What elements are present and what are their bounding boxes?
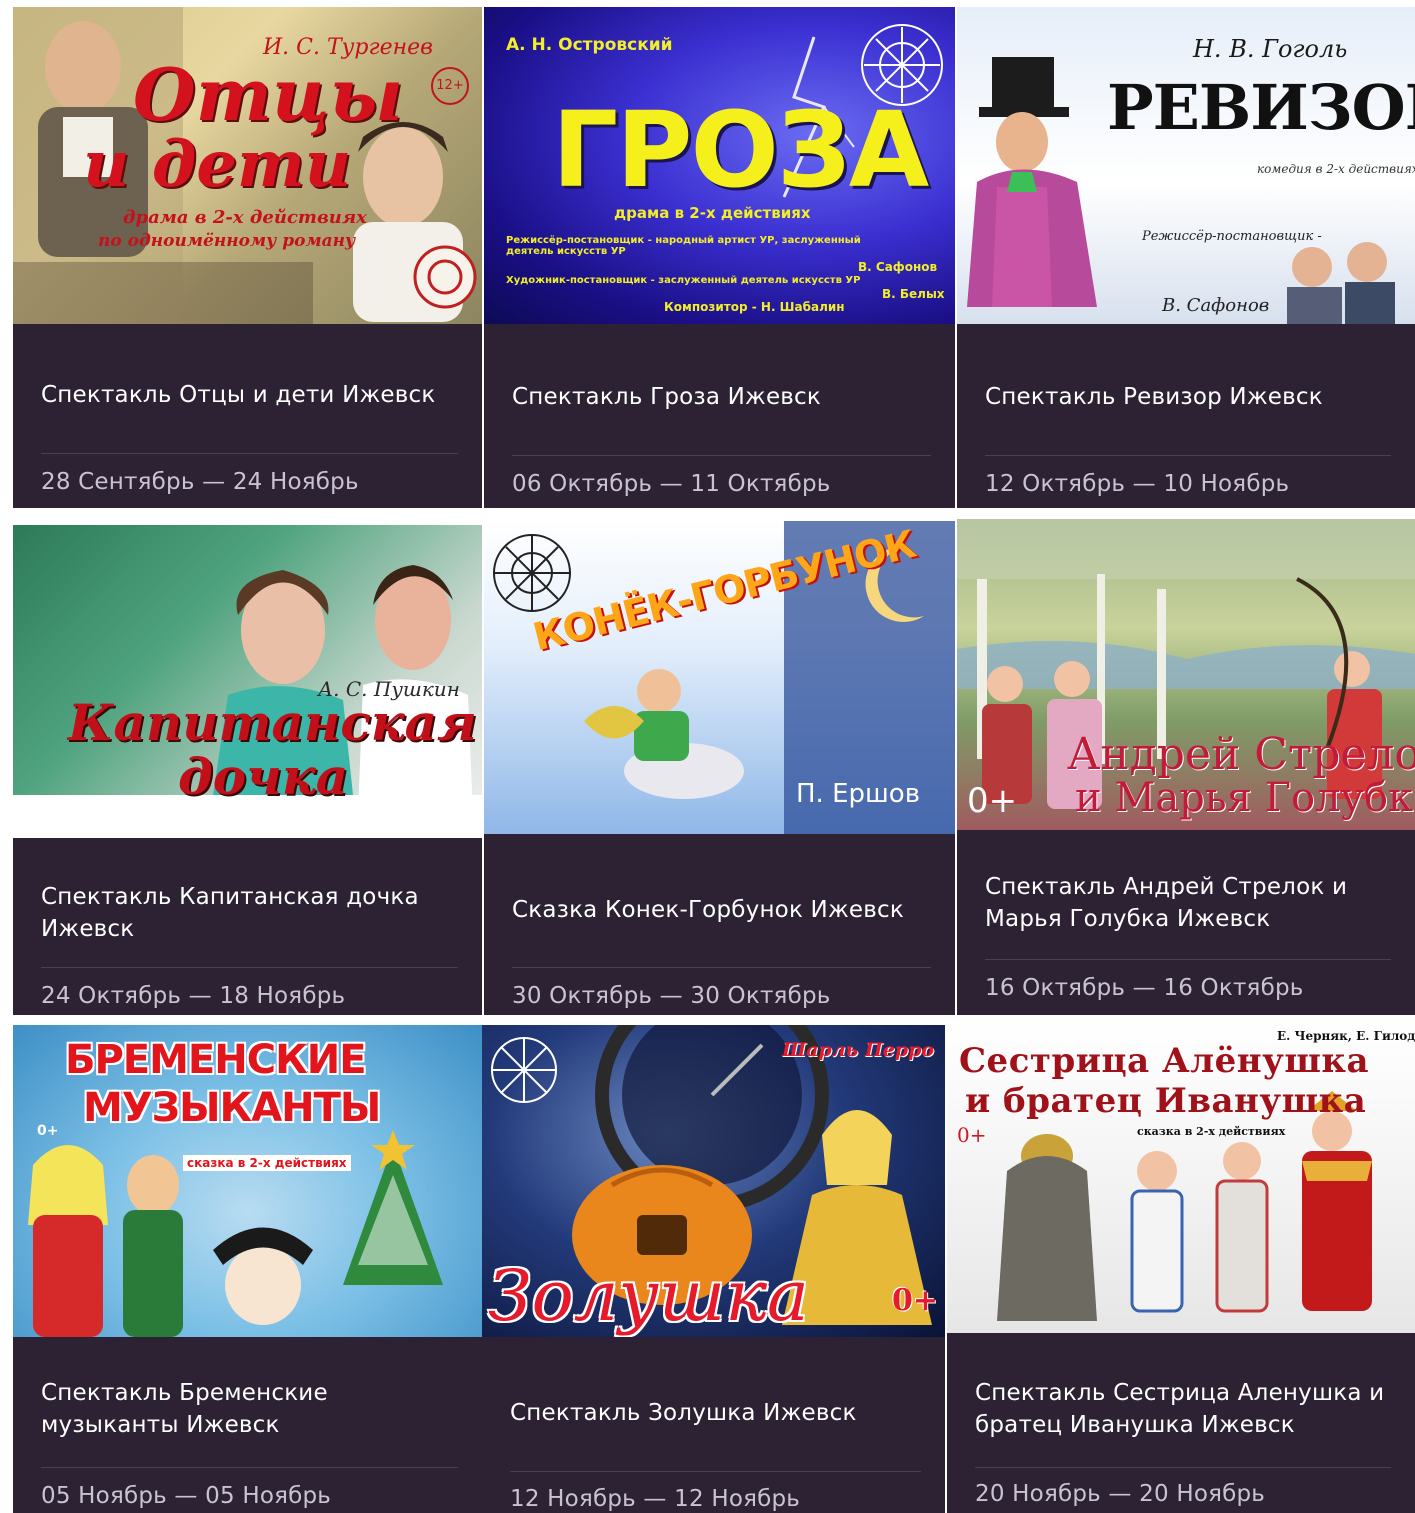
event-title-link[interactable]: Спектакль Бременские музыканты Ижевск: [41, 1377, 462, 1441]
poster-author: Шарль Перро: [782, 1039, 935, 1061]
event-title-link[interactable]: Спектакль Отцы и дети Ижевск: [41, 379, 462, 411]
event-dates: 12 Октябрь — 10 Ноябрь: [985, 471, 1290, 497]
poster-headline: РЕВИЗОР: [1107, 71, 1415, 144]
event-poster[interactable]: Андрей Стрелок и Марья Голубка 0+: [957, 519, 1415, 830]
event-dates: 16 Октябрь — 16 Октябрь: [985, 975, 1304, 1001]
poster-credit-name: В. Сафонов: [1162, 295, 1270, 316]
poster-subtitle: сказка в 2-х действиях: [183, 1155, 351, 1171]
event-card[interactable]: Н. В. Гоголь РЕВИЗОР комедия в 2-х дейст…: [957, 7, 1415, 508]
event-poster[interactable]: И. С. Тургенев 12+ Отцы и дети драма в 2…: [13, 7, 482, 324]
age-rating-badge: 0+: [37, 1123, 59, 1139]
event-dates: 28 Сентябрь — 24 Ноябрь: [41, 469, 359, 495]
event-poster[interactable]: КОНЁК-ГОРБУНОК П. Ершов: [484, 521, 955, 834]
poster-subtitle: драма в 2-х действиях: [123, 207, 367, 228]
event-card[interactable]: Е. Черняк, Е. Гилоди Сестрица Алёнушка и…: [947, 1021, 1415, 1513]
event-dates: 20 Ноябрь — 20 Ноябрь: [975, 1481, 1266, 1507]
card-divider: [512, 455, 931, 456]
poster-credit-name: В. Сафонов: [858, 260, 938, 274]
poster-subtitle: сказка в 2-х действиях: [1137, 1125, 1286, 1138]
poster-title-line2: МУЗЫКАНТЫ: [83, 1085, 381, 1131]
event-title-link[interactable]: Спектакль Капитанская дочка Ижевск: [41, 881, 462, 945]
event-title-link[interactable]: Спектакль Золушка Ижевск: [510, 1397, 925, 1429]
poster-title-line2: и Марья Голубка: [1075, 775, 1415, 821]
poster-headline: Золушка: [488, 1255, 809, 1337]
event-poster[interactable]: А. Н. Островский ГРОЗА драма в 2-х дейст…: [484, 7, 955, 324]
card-divider: [975, 1467, 1391, 1468]
event-card[interactable]: Шарль Перро Золушка 0+ Спектакль Золушка…: [482, 1025, 945, 1513]
card-divider: [510, 1471, 921, 1472]
event-poster[interactable]: БРЕМЕНСКИЕ МУЗЫКАНТЫ сказка в 2-х действ…: [13, 1025, 482, 1337]
event-title-link[interactable]: Сказка Конек-Горбунок Ижевск: [512, 894, 935, 926]
poster-credit: Художник-постановщик - заслуженный деяте…: [506, 275, 861, 286]
age-rating-badge: 12+: [431, 67, 469, 105]
poster-title-line1: Отцы: [133, 52, 403, 137]
event-poster[interactable]: Шарль Перро Золушка 0+: [482, 1025, 945, 1337]
event-poster[interactable]: А. С. Пушкин Капитанская дочка: [13, 525, 482, 838]
poster-subtitle: комедия в 2-х действиях: [1257, 162, 1415, 176]
event-card[interactable]: БРЕМЕНСКИЕ МУЗЫКАНТЫ сказка в 2-х действ…: [13, 1025, 482, 1513]
card-divider: [41, 453, 458, 454]
poster-credit: Композитор - Н. Шабалин: [664, 300, 845, 314]
event-card[interactable]: А. С. Пушкин Капитанская дочка Спектакль…: [13, 525, 482, 1015]
poster-title-line1: Сестрица Алёнушка: [959, 1041, 1370, 1081]
poster-title-line2: дочка: [178, 747, 349, 806]
event-card[interactable]: Андрей Стрелок и Марья Голубка 0+ Спекта…: [957, 519, 1415, 1015]
card-divider: [985, 959, 1391, 960]
poster-title-line2: и братец Иванушка: [965, 1081, 1367, 1121]
event-card[interactable]: А. Н. Островский ГРОЗА драма в 2-х дейст…: [484, 7, 955, 508]
event-title-link[interactable]: Спектакль Сестрица Аленушка и братец Ива…: [975, 1377, 1395, 1441]
poster-title-line2: и дети: [83, 127, 352, 202]
poster-credit: Режиссёр-постановщик -: [1142, 229, 1322, 244]
poster-credit: Режиссёр-постановщик - народный артист У…: [506, 235, 861, 257]
event-card[interactable]: КОНЁК-ГОРБУНОК П. Ершов Сказка Конек-Гор…: [484, 521, 955, 1015]
age-rating-badge: 0+: [967, 781, 1018, 821]
card-divider: [41, 1467, 458, 1468]
event-poster[interactable]: Н. В. Гоголь РЕВИЗОР комедия в 2-х дейст…: [957, 7, 1415, 324]
poster-title-line1: Андрей Стрелок: [1067, 729, 1415, 780]
card-divider: [512, 967, 931, 968]
event-poster[interactable]: Е. Черняк, Е. Гилоди Сестрица Алёнушка и…: [947, 1021, 1415, 1333]
poster-author: П. Ершов: [796, 779, 921, 809]
card-divider: [985, 455, 1391, 456]
poster-author: Н. В. Гоголь: [1193, 35, 1348, 63]
age-rating-badge: 0+: [892, 1283, 939, 1318]
event-dates: 30 Октябрь — 30 Октябрь: [512, 983, 831, 1009]
poster-credit-name: В. Белых: [882, 287, 945, 301]
poster-title-line1: Капитанская: [68, 693, 477, 752]
event-card[interactable]: И. С. Тургенев 12+ Отцы и дети драма в 2…: [13, 7, 482, 508]
event-title-link[interactable]: Спектакль Гроза Ижевск: [512, 381, 935, 413]
poster-subtitle: драма в 2-х действиях: [614, 204, 811, 222]
event-dates: 12 Ноябрь — 12 Ноябрь: [510, 1486, 801, 1512]
poster-title-line1: БРЕМЕНСКИЕ: [65, 1037, 367, 1083]
event-title-link[interactable]: Спектакль Ревизор Ижевск: [985, 381, 1395, 413]
age-rating-badge: 0+: [957, 1123, 987, 1147]
poster-headline: ГРОЗА: [552, 89, 929, 211]
event-dates: 06 Октябрь — 11 Октябрь: [512, 471, 831, 497]
event-title-link[interactable]: Спектакль Андрей Стрелок и Марья Голубка…: [985, 871, 1395, 935]
card-divider: [41, 967, 458, 968]
event-dates: 24 Октябрь — 18 Ноябрь: [41, 983, 346, 1009]
event-dates: 05 Ноябрь — 05 Ноябрь: [41, 1483, 332, 1509]
poster-author: А. Н. Островский: [506, 35, 673, 55]
poster-subtitle: по одноимённому роману: [98, 231, 356, 251]
